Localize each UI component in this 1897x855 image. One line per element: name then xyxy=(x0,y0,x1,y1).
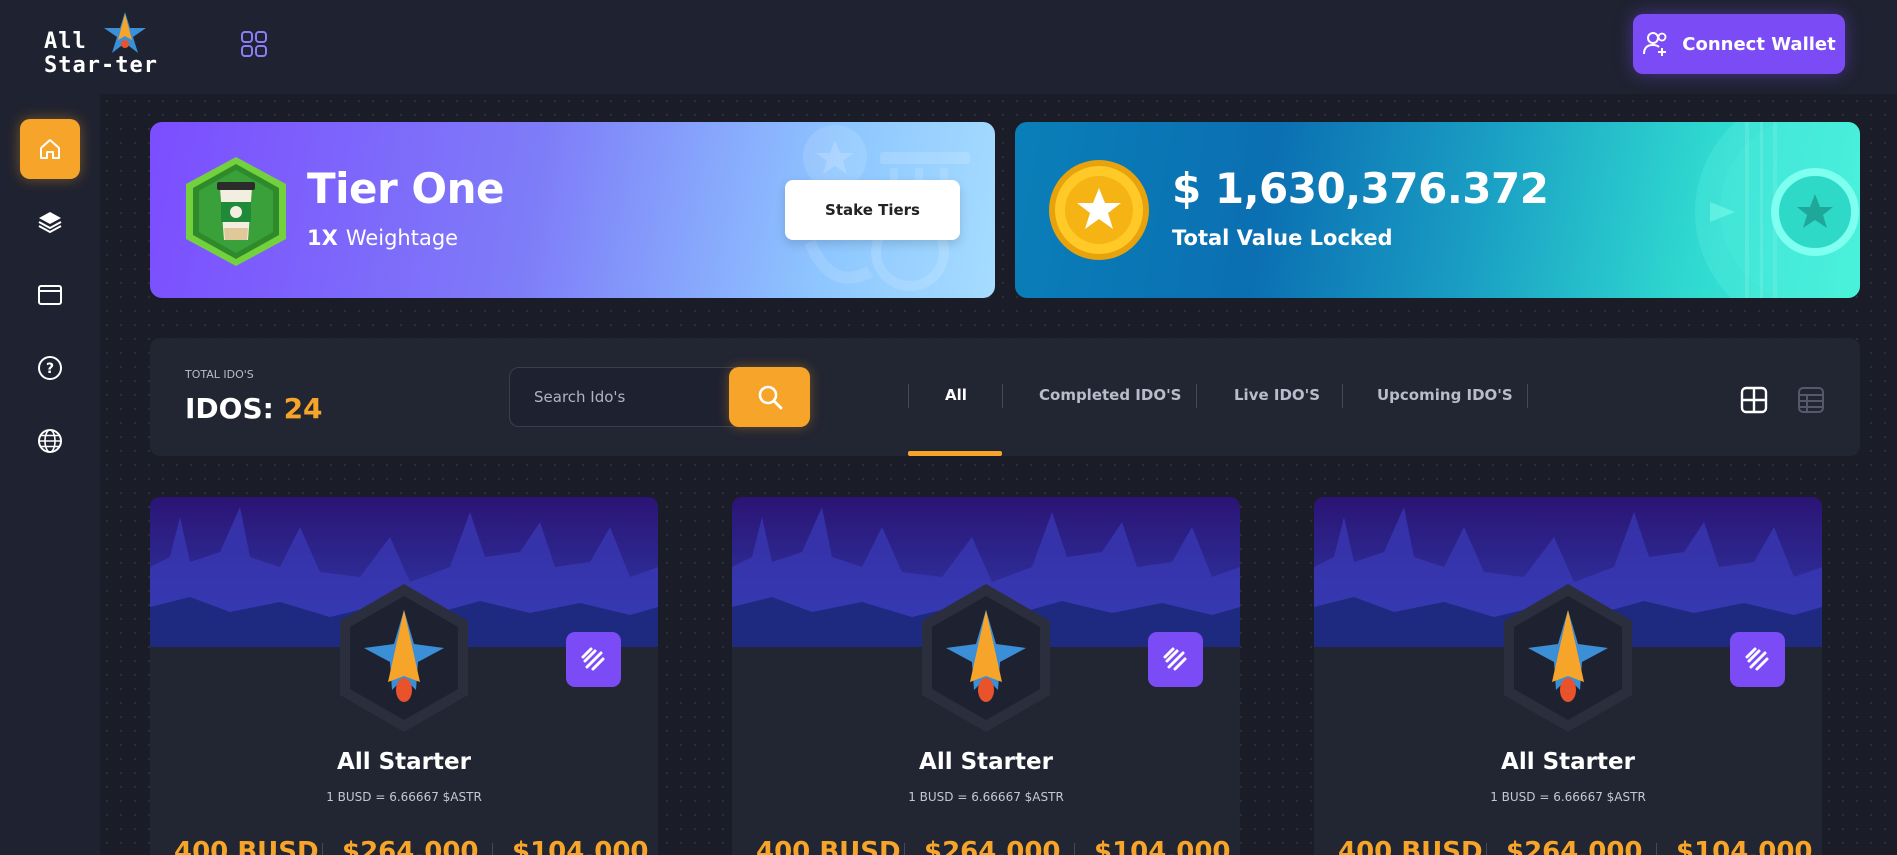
total-idos-label: TOTAL IDO'S xyxy=(185,368,254,381)
card-stat-allocation: 400 BUSD xyxy=(174,837,319,855)
tab-separator xyxy=(1342,384,1343,408)
busd-token-icon xyxy=(581,647,604,670)
tier-title: Tier One xyxy=(307,164,504,213)
stat-separator xyxy=(1074,843,1075,855)
tier-banner: Tier One 1X Weightage Stake Tiers xyxy=(150,122,995,298)
connect-wallet-label: Connect Wallet xyxy=(1682,33,1836,55)
apps-grid-icon[interactable] xyxy=(240,30,268,58)
card-stats: 400 BUSD $264,000 $104,000 xyxy=(732,837,1240,855)
ido-card[interactable]: All Starter 1 BUSD = 6.66667 $ASTR 400 B… xyxy=(1314,497,1822,855)
card-project-name: All Starter xyxy=(337,749,471,775)
sidebar-item-window[interactable] xyxy=(20,265,80,325)
sidebar-item-layers[interactable] xyxy=(20,192,80,252)
idos-prefix: IDOS: xyxy=(185,392,274,425)
tvl-banner: $ 1,630,376.372 Total Value Locked xyxy=(1015,122,1860,298)
top-header: All Star-ter Connect Wallet xyxy=(0,0,1897,94)
stat-separator xyxy=(904,843,905,855)
card-project-logo-icon xyxy=(340,584,468,732)
weightage-label: Weightage xyxy=(345,226,459,250)
users-add-icon xyxy=(1643,32,1667,56)
all-starter-logo[interactable]: All Star-ter xyxy=(40,10,200,80)
card-stat-raised: $104,000 xyxy=(1094,837,1231,855)
card-stats: 400 BUSD $264,000 $104,000 xyxy=(1314,837,1822,855)
tab-separator xyxy=(1527,384,1528,408)
sidebar-item-help[interactable]: ? xyxy=(20,338,80,398)
logo-rocket-star-icon xyxy=(104,12,146,53)
connect-wallet-button[interactable]: Connect Wallet xyxy=(1633,14,1845,74)
tab-separator xyxy=(1002,384,1003,408)
card-stat-allocation: 400 BUSD xyxy=(756,837,901,855)
busd-token-chip xyxy=(566,632,621,687)
gold-coin-icon xyxy=(1049,160,1149,260)
ido-filter-bar: TOTAL IDO'S IDOS: 24 All Completed IDO'S… xyxy=(150,338,1860,456)
search-box xyxy=(509,367,810,427)
tier-weightage: 1X Weightage xyxy=(307,226,458,250)
tab-completed-idos[interactable]: Completed IDO'S xyxy=(1039,386,1181,404)
card-stat-allocation: 400 BUSD xyxy=(1338,837,1483,855)
tab-separator xyxy=(1196,384,1197,408)
sidebar-item-home[interactable] xyxy=(20,119,80,179)
idos-count: IDOS: 24 xyxy=(185,392,323,425)
card-token-rate: 1 BUSD = 6.66667 $ASTR xyxy=(326,790,482,804)
tvl-label: Total Value Locked xyxy=(1172,226,1393,250)
tvl-decoration-graphic xyxy=(1695,122,1860,298)
card-stat-raise: $264,000 xyxy=(1506,837,1643,855)
active-tab-indicator xyxy=(908,451,1002,456)
weightage-value: 1X xyxy=(307,226,338,250)
home-icon xyxy=(40,139,60,159)
help-icon: ? xyxy=(38,356,62,380)
globe-icon xyxy=(38,429,62,453)
card-stats: 400 BUSD $264,000 $104,000 xyxy=(150,837,658,855)
card-project-name: All Starter xyxy=(1501,749,1635,775)
logo-line-1: All xyxy=(44,29,87,54)
tab-separator xyxy=(908,384,909,408)
card-stat-raised: $104,000 xyxy=(512,837,649,855)
search-input[interactable] xyxy=(510,368,730,426)
card-token-rate: 1 BUSD = 6.66667 $ASTR xyxy=(1490,790,1646,804)
busd-token-chip xyxy=(1148,632,1203,687)
card-stat-raise: $264,000 xyxy=(342,837,479,855)
sidebar-item-globe[interactable] xyxy=(20,411,80,471)
search-icon xyxy=(758,385,782,410)
svg-text:?: ? xyxy=(46,361,54,377)
busd-token-chip xyxy=(1730,632,1785,687)
card-project-logo-icon xyxy=(1504,584,1632,732)
stat-separator xyxy=(492,843,493,855)
card-stat-raised: $104,000 xyxy=(1676,837,1813,855)
stat-separator xyxy=(1656,843,1657,855)
stat-separator xyxy=(322,843,323,855)
stat-separator xyxy=(1486,843,1487,855)
tab-upcoming-idos[interactable]: Upcoming IDO'S xyxy=(1377,386,1513,404)
grid-view-icon[interactable] xyxy=(1740,386,1768,414)
busd-token-icon xyxy=(1745,647,1768,670)
layers-icon xyxy=(38,212,62,234)
tab-live-idos[interactable]: Live IDO'S xyxy=(1234,386,1320,404)
tier-coffee-badge-icon xyxy=(186,157,286,266)
busd-token-icon xyxy=(1163,647,1186,670)
left-sidebar: ? xyxy=(0,94,100,855)
card-token-rate: 1 BUSD = 6.66667 $ASTR xyxy=(908,790,1064,804)
card-stat-raise: $264,000 xyxy=(924,837,1061,855)
search-button[interactable] xyxy=(729,367,810,427)
card-project-logo-icon xyxy=(922,584,1050,732)
stake-tiers-button[interactable]: Stake Tiers xyxy=(785,180,960,240)
ido-card[interactable]: All Starter 1 BUSD = 6.66667 $ASTR 400 B… xyxy=(150,497,658,855)
ido-card[interactable]: All Starter 1 BUSD = 6.66667 $ASTR 400 B… xyxy=(732,497,1240,855)
tvl-value: $ 1,630,376.372 xyxy=(1172,164,1549,213)
idos-count-value: 24 xyxy=(283,392,323,425)
window-icon xyxy=(38,285,62,305)
tab-all[interactable]: All xyxy=(945,386,967,404)
list-view-icon[interactable] xyxy=(1797,386,1825,414)
card-project-name: All Starter xyxy=(919,749,1053,775)
